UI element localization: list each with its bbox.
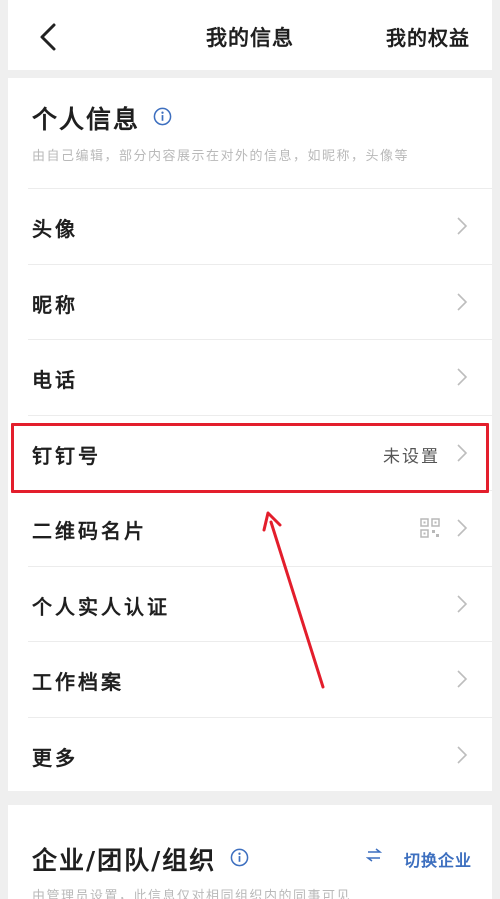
row-label: 电话 — [32, 368, 78, 392]
chevron-right-icon — [457, 443, 468, 462]
chevron-right-icon — [457, 292, 468, 311]
switch-icon — [366, 848, 382, 862]
info-icon[interactable] — [230, 848, 249, 867]
chevron-right-icon — [457, 670, 468, 688]
info-icon[interactable] — [153, 107, 172, 126]
row-label: 昵称 — [32, 292, 78, 317]
row-label: 个人实人认证 — [32, 594, 170, 619]
chevron-right-icon — [457, 745, 468, 764]
personal-info-card: 个人信息 由自己编辑，部分内容展示在对外的信息，如昵称，头像等 头像 昵称 电话… — [8, 78, 492, 791]
row-work-profile[interactable]: 工作档案 — [28, 641, 492, 717]
my-benefits-link[interactable]: 我的权益 — [386, 22, 470, 51]
chevron-right-icon — [457, 368, 468, 386]
chevron-right-icon — [457, 519, 468, 537]
row-label: 二维码名片 — [32, 519, 147, 543]
organization-title: 企业/团队/组织 — [32, 846, 217, 875]
row-more[interactable]: 更多 — [28, 716, 492, 793]
row-phone[interactable]: 电话 — [28, 339, 492, 415]
row-label: 更多 — [32, 745, 78, 770]
organization-card: 企业/团队/组织 切换企业 由管理员设置，此信息仅对相同组织内的同事可见 — [8, 805, 492, 899]
row-avatar[interactable]: 头像 — [28, 188, 492, 264]
row-nickname[interactable]: 昵称 — [28, 263, 492, 340]
organization-description: 由管理员设置，此信息仅对相同组织内的同事可见 — [32, 889, 352, 899]
screen: 我的信息 我的权益 个人信息 由自己编辑，部分内容展示在对外的信息，如昵称，头像… — [0, 0, 500, 899]
row-value: 未设置 — [383, 446, 440, 467]
row-label: 工作档案 — [32, 670, 124, 694]
chevron-right-icon — [457, 217, 468, 235]
personal-info-description: 由自己编辑，部分内容展示在对外的信息，如昵称，头像等 — [32, 149, 410, 164]
row-label: 钉钉号 — [32, 443, 101, 468]
row-identity-verification[interactable]: 个人实人认证 — [28, 565, 492, 642]
personal-info-header: 个人信息 由自己编辑，部分内容展示在对外的信息，如昵称，头像等 — [8, 78, 492, 188]
qr-code-icon — [420, 518, 440, 538]
row-dingtalk-id[interactable]: 钉钉号 未设置 — [28, 414, 492, 491]
personal-info-title: 个人信息 — [32, 105, 141, 134]
row-qr-card[interactable]: 二维码名片 — [28, 490, 492, 566]
row-label: 头像 — [32, 217, 78, 241]
top-bar: 我的信息 我的权益 — [8, 0, 492, 70]
chevron-right-icon — [457, 594, 468, 613]
switch-organization-link[interactable]: 切换企业 — [404, 847, 472, 871]
